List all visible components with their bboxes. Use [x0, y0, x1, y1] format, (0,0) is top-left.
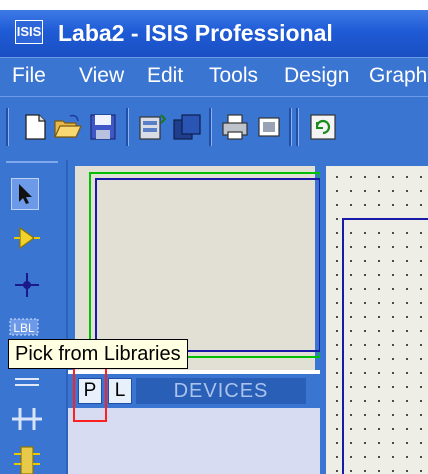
menu-graph[interactable]: Graph: [369, 64, 427, 88]
highlight-box: [73, 367, 107, 422]
menu-design[interactable]: Design: [284, 64, 349, 88]
menu-view[interactable]: View: [79, 64, 124, 88]
mode-toolbar-grip: [6, 161, 58, 163]
sheet-border: [342, 218, 428, 474]
toolbar-grip: [6, 108, 9, 146]
export-section-icon[interactable]: [172, 112, 202, 142]
menu-file[interactable]: File: [12, 64, 46, 88]
window-title: Laba2 - ISIS Professional: [58, 20, 333, 46]
selection-mode-icon: [19, 184, 32, 204]
isis-window: ISIS Laba2 - ISIS Professional File View…: [0, 0, 428, 474]
svg-text:LBL: LBL: [13, 321, 35, 335]
component-mode-icon[interactable]: [12, 224, 42, 252]
isis-app-icon[interactable]: ISIS: [15, 20, 43, 44]
save-icon[interactable]: [88, 112, 118, 142]
overview-sheet-border: [95, 178, 321, 352]
printer-setup-icon[interactable]: [254, 112, 284, 142]
tooltip: Pick from Libraries: [8, 339, 188, 369]
top-strip: [0, 0, 428, 10]
library-manager-button[interactable]: L: [108, 378, 132, 404]
wire-label-icon[interactable]: LBL: [8, 316, 40, 338]
junction-dot-icon[interactable]: [12, 270, 42, 300]
toolbar-separator: [209, 108, 212, 146]
subcircuit-icon[interactable]: [12, 444, 42, 474]
bus-icon[interactable]: [10, 402, 44, 436]
menu-tools[interactable]: Tools: [209, 64, 258, 88]
toolbar-separator: [289, 108, 292, 146]
devices-title: DEVICES: [136, 378, 306, 404]
print-icon[interactable]: [220, 112, 250, 142]
import-section-icon[interactable]: [137, 112, 167, 142]
new-file-icon[interactable]: [20, 112, 50, 142]
open-folder-icon[interactable]: [52, 112, 82, 142]
text-script-icon[interactable]: [12, 376, 42, 388]
refresh-icon[interactable]: [308, 112, 338, 142]
toolbar-separator: [126, 108, 129, 146]
toolbar-grip: [296, 108, 299, 146]
menu-edit[interactable]: Edit: [147, 64, 183, 88]
